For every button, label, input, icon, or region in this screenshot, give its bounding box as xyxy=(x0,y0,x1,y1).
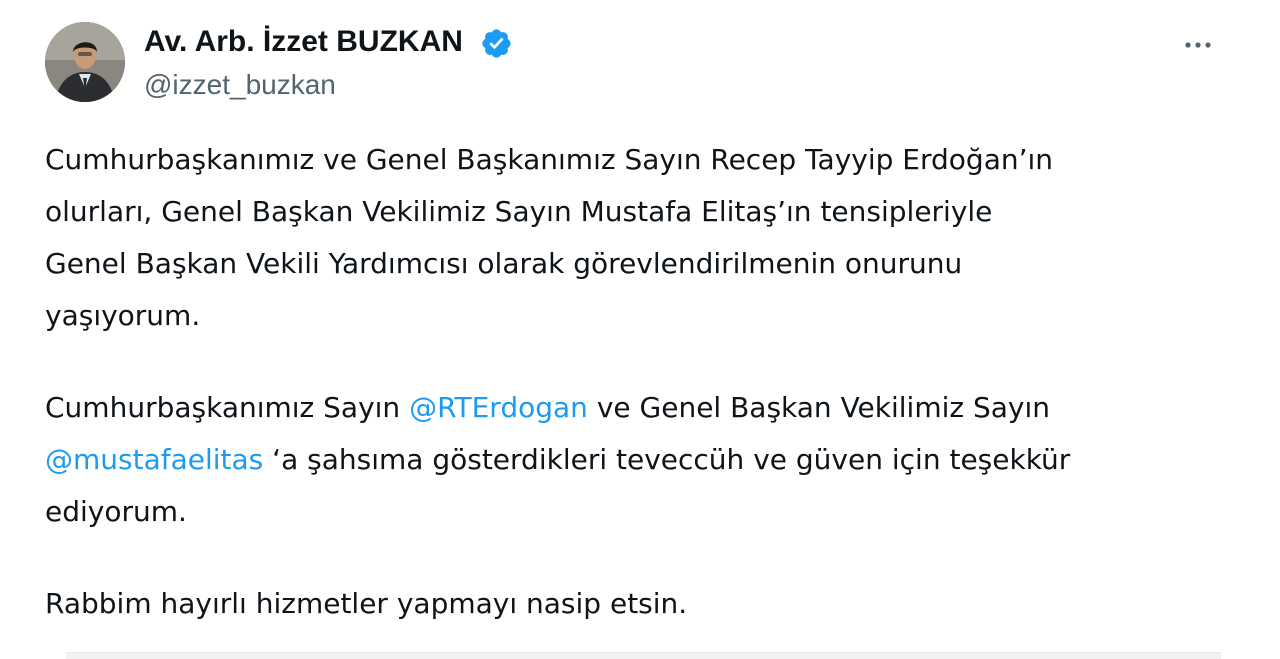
tweet-text-fragment: ‘a şahsıma gösterdikleri teveccüh ve güv… xyxy=(263,443,1071,476)
tweet-text-line: yaşıyorum. xyxy=(45,299,201,332)
profile-photo xyxy=(45,22,125,102)
tweet-text: Cumhurbaşkanımız ve Genel Başkanımız Say… xyxy=(45,134,1245,630)
tweet-text-line: ediyorum. xyxy=(45,495,187,528)
author-name[interactable]: Av. Arb. İzzet BUZKAN xyxy=(144,22,463,62)
more-options-button[interactable] xyxy=(1176,30,1220,60)
tweet-text-line: Rabbim hayırlı hizmetler yapmayı nasip e… xyxy=(45,587,688,620)
tweet-text-line: Cumhurbaşkanımız ve Genel Başkanımız Say… xyxy=(45,143,1054,176)
author-handle[interactable]: @izzet_buzkan xyxy=(144,65,336,105)
tweet-text-line: Cumhurbaşkanımız Sayın @RTErdogan ve Gen… xyxy=(45,382,1245,434)
mention-link-rterdogan[interactable]: @RTErdogan xyxy=(409,391,588,424)
verified-badge-icon xyxy=(482,29,511,58)
more-horizontal-icon xyxy=(1185,42,1211,48)
tweet-text-line: olurları, Genel Başkan Vekilimiz Sayın M… xyxy=(45,195,993,228)
tweet-text-fragment: Cumhurbaşkanımız Sayın xyxy=(45,391,410,424)
tweet-text-line: Genel Başkan Vekili Yardımcısı olarak gö… xyxy=(45,247,963,280)
author-avatar[interactable] xyxy=(45,22,125,102)
tweet-text-fragment: ve Genel Başkan Vekilimiz Sayın xyxy=(587,391,1051,424)
mention-link-mustafaelitas[interactable]: @mustafaelitas xyxy=(45,443,263,476)
tweet-text-line: @mustafaelitas ‘a şahsıma gösterdikleri … xyxy=(45,434,1245,486)
tweet-card: Av. Arb. İzzet BUZKAN @izzet_buzkan Cumh… xyxy=(0,0,1280,659)
